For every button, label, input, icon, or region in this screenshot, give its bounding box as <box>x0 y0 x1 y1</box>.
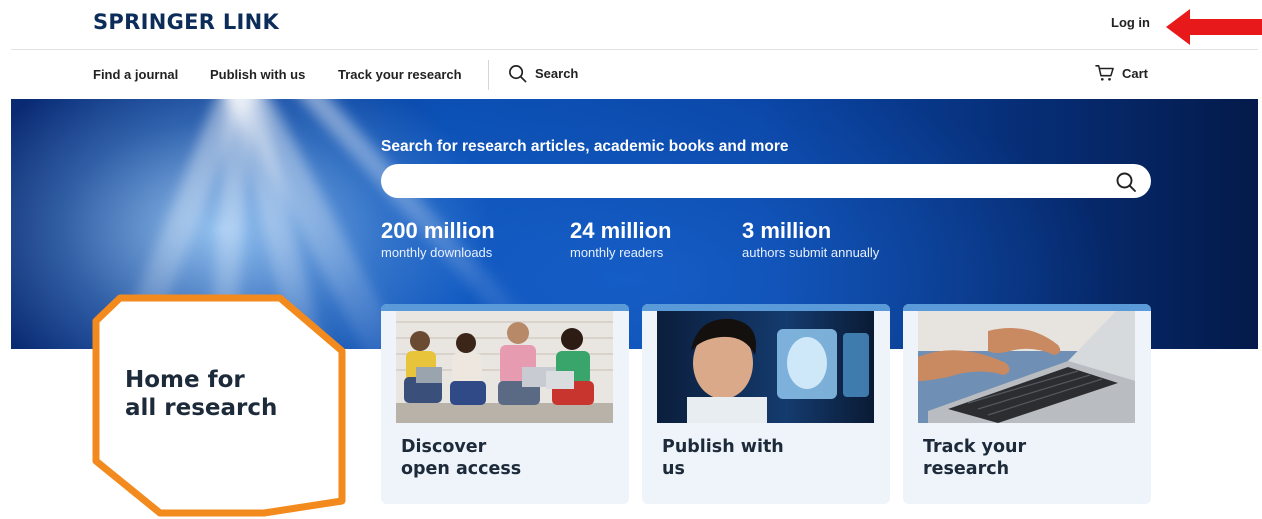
researcher-with-screens-image <box>657 311 874 423</box>
home-heading-line: Home for <box>125 367 245 393</box>
card-title: Publish with us <box>662 436 784 480</box>
card-accent-line <box>903 304 1151 311</box>
people-with-laptops-image <box>396 311 613 423</box>
nav-separator <box>488 60 489 90</box>
stat-number: 24 million <box>570 218 672 243</box>
card-track-your-research[interactable]: Track your research <box>903 304 1151 504</box>
stat-label: monthly readers <box>570 245 664 260</box>
hero-heading: Search for research articles, academic b… <box>381 138 789 155</box>
card-title-line: Publish with <box>662 437 784 457</box>
search-submit-icon[interactable] <box>1114 170 1138 194</box>
card-discover-open-access[interactable]: Discover open access <box>381 304 629 504</box>
card-title: Track your research <box>923 436 1026 480</box>
stat-number: 200 million <box>381 218 495 243</box>
card-title-line: Discover <box>401 437 487 457</box>
card-title-line: Track your <box>923 437 1027 457</box>
stat-label: authors submit annually <box>742 245 880 260</box>
red-arrow-annotation-icon <box>1166 9 1262 45</box>
card-accent-line <box>381 304 629 311</box>
stat-number: 3 million <box>742 218 832 243</box>
log-in-link[interactable]: Log in <box>1111 15 1150 30</box>
cart-icon <box>1095 65 1114 81</box>
card-accent-line <box>642 304 890 311</box>
card-title: Discover open access <box>401 436 521 480</box>
research-search-input[interactable] <box>381 164 1151 198</box>
stat-readers: 24 million monthly readers <box>570 217 671 260</box>
card-title-line: open access <box>401 459 522 479</box>
nav-publish-with-us[interactable]: Publish with us <box>210 67 305 82</box>
stat-authors: 3 million authors submit annually <box>742 217 879 260</box>
card-title-line: us <box>662 459 685 479</box>
hands-typing-on-laptop-image <box>918 311 1135 423</box>
nav-cart-label: Cart <box>1122 65 1149 81</box>
nav-find-a-journal[interactable]: Find a journal <box>93 67 178 82</box>
search-icon <box>509 65 527 83</box>
nav-cart-button[interactable]: Cart <box>1095 64 1148 82</box>
top-bar: SPRINGER LINK Log in <box>0 0 1262 50</box>
nav-search-button[interactable]: Search <box>508 64 578 83</box>
springer-link-logo[interactable]: SPRINGER LINK <box>93 10 279 34</box>
card-publish-with-us[interactable]: Publish with us <box>642 304 890 504</box>
stat-downloads: 200 million monthly downloads <box>381 217 495 260</box>
nav-track-your-research[interactable]: Track your research <box>338 67 462 82</box>
nav-search-label: Search <box>535 66 579 81</box>
home-heading-line: all research <box>125 395 278 421</box>
main-nav: Find a journal Publish with us Track you… <box>0 50 1262 99</box>
card-title-line: research <box>923 459 1010 479</box>
stat-label: monthly downloads <box>381 245 493 260</box>
home-for-all-research-heading: Home for all research <box>125 366 277 422</box>
